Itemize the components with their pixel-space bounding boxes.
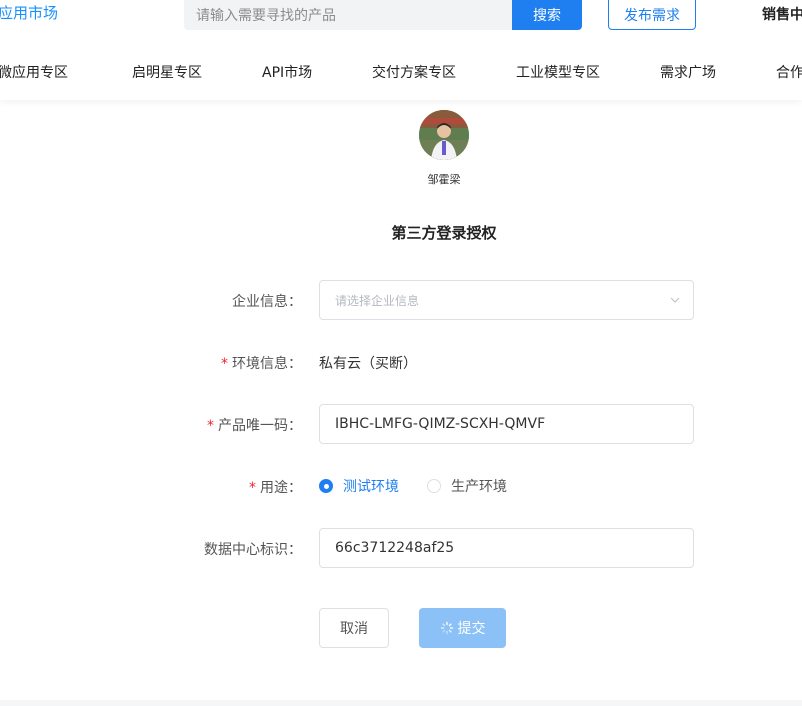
nav-item-industrial-model[interactable]: 工业模型专区	[516, 62, 600, 82]
required-mark: *	[249, 480, 256, 496]
usage-label: * 用途：	[249, 480, 302, 496]
product-code-value: IBHC-LMFG-QIMZ-SCXH-QMVF	[335, 416, 546, 432]
datacenter-value: 66c3712248af25	[335, 540, 455, 556]
enterprise-select[interactable]: 请选择企业信息	[319, 280, 694, 320]
environment-label: * 环境信息：	[221, 356, 302, 372]
nav-item-delivery[interactable]: 交付方案专区	[372, 62, 456, 82]
enterprise-placeholder: 请选择企业信息	[335, 293, 420, 308]
form-title: 第三方登录授权	[391, 224, 497, 242]
submit-label: 提交	[457, 621, 486, 637]
required-mark: *	[221, 356, 228, 372]
nav-item-qimingxing[interactable]: 启明星专区	[132, 62, 202, 82]
radio-checked-icon	[319, 479, 333, 493]
publish-demand-button[interactable]: 发布需求	[608, 0, 696, 30]
required-mark: *	[207, 418, 214, 434]
search-button[interactable]: 搜索	[512, 0, 582, 30]
nav-item-micro-app[interactable]: 微应用专区	[0, 62, 68, 82]
nav-item-demand-square[interactable]: 需求广场	[660, 62, 716, 82]
radio-test-env[interactable]: 测试环境	[319, 476, 399, 496]
radio-prod-env[interactable]: 生产环境	[427, 476, 507, 496]
product-code-label: * 产品唯一码：	[207, 418, 302, 434]
datacenter-label: 数据中心标识：	[204, 542, 302, 558]
cancel-button[interactable]: 取消	[319, 608, 389, 648]
datacenter-input[interactable]: 66c3712248af25	[319, 528, 694, 568]
enterprise-label: 企业信息：	[232, 294, 302, 310]
main-nav: 微应用专区 启明星专区 API市场 交付方案专区 工业模型专区 需求广场 合作	[0, 62, 802, 84]
app-market-logo[interactable]: 应用市场	[0, 2, 58, 23]
sales-center-link[interactable]: 销售中	[762, 4, 802, 24]
top-header: 应用市场 请输入需要寻找的产品 搜索 发布需求 销售中 微应用专区 启明星专区 …	[0, 0, 802, 100]
usage-radio-group: 测试环境 生产环境	[319, 476, 535, 496]
chevron-down-icon	[670, 297, 680, 303]
submit-button[interactable]: 提交	[419, 608, 506, 648]
avatar	[419, 110, 469, 160]
nav-item-api-market[interactable]: API市场	[262, 62, 312, 82]
loading-spinner-icon	[440, 621, 453, 635]
radio-unchecked-icon	[427, 479, 441, 493]
product-code-input[interactable]: IBHC-LMFG-QIMZ-SCXH-QMVF	[319, 404, 694, 444]
search-input[interactable]: 请输入需要寻找的产品	[184, 0, 512, 30]
footer-strip	[0, 700, 802, 706]
search-placeholder: 请输入需要寻找的产品	[196, 8, 336, 24]
nav-item-cooperation[interactable]: 合作	[776, 62, 802, 82]
environment-value: 私有云（买断）	[319, 356, 417, 372]
user-name: 邹霍梁	[427, 173, 461, 186]
